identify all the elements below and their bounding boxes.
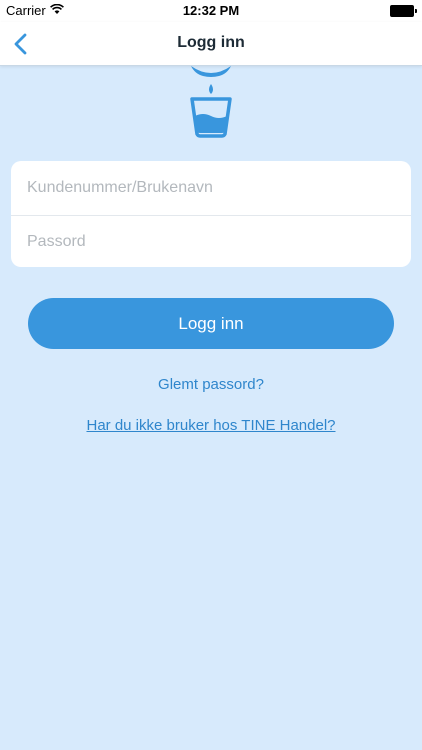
field-divider xyxy=(11,215,411,216)
battery-icon xyxy=(390,5,417,17)
status-bar: Carrier 12:32 PM xyxy=(0,0,422,22)
page-title: Logg inn xyxy=(177,34,245,51)
password-field[interactable] xyxy=(27,227,395,257)
milk-glass-logo xyxy=(185,62,237,140)
forgot-password-link[interactable]: Glemt passord? xyxy=(0,376,422,393)
navigation-bar: Logg inn xyxy=(0,22,422,66)
register-link[interactable]: Har du ikke bruker hos TINE Handel? xyxy=(0,417,422,434)
login-button[interactable]: Logg inn xyxy=(28,298,394,349)
status-time: 12:32 PM xyxy=(182,3,240,18)
login-form xyxy=(11,161,411,267)
username-field[interactable] xyxy=(27,173,395,203)
